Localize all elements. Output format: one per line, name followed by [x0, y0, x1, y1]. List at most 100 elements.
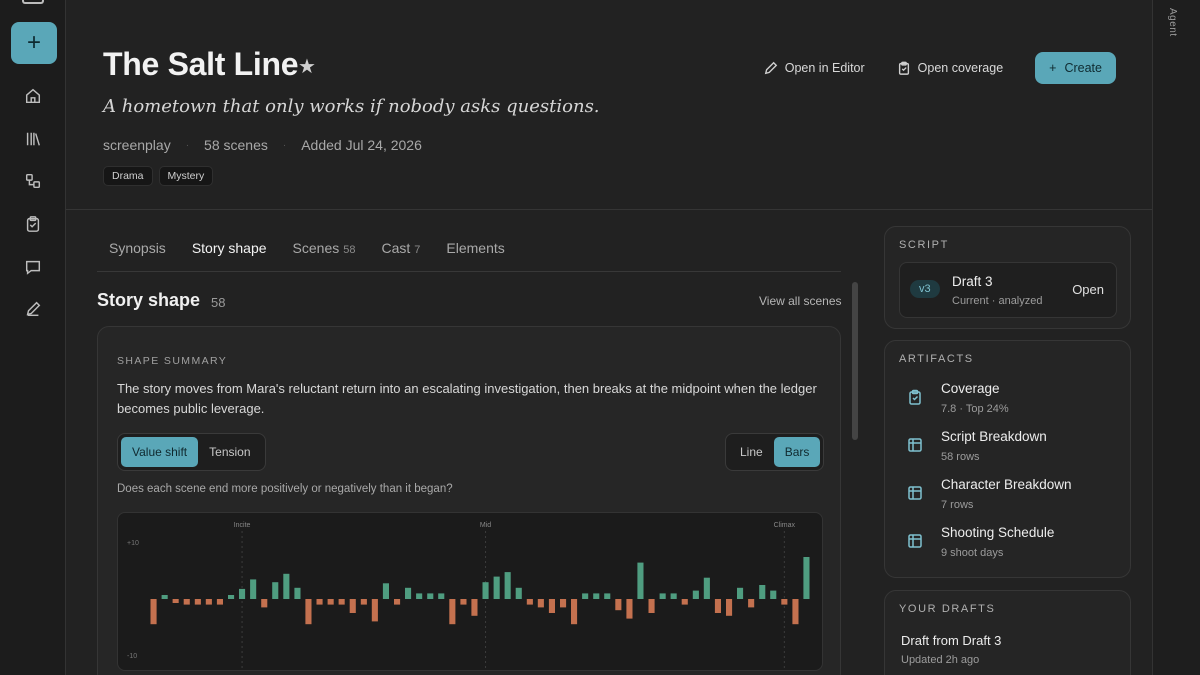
scene-bar[interactable] [692, 590, 699, 599]
tab-story-shape[interactable]: Story shape [180, 227, 279, 271]
scene-bar[interactable] [360, 599, 367, 605]
scene-bar[interactable] [637, 562, 644, 599]
create-button[interactable]: + Create [1035, 52, 1116, 84]
new-project-button[interactable]: + [11, 22, 57, 64]
section-count: 58 [211, 295, 226, 310]
open-coverage-button[interactable]: Open coverage [897, 61, 1003, 75]
tension-option[interactable]: Tension [198, 437, 261, 467]
artifact-script-breakdown[interactable]: Script Breakdown 58 rows [899, 429, 1117, 473]
scene-bar[interactable] [626, 599, 633, 619]
scene-bar[interactable] [205, 599, 212, 605]
scene-bar[interactable] [604, 593, 611, 599]
scene-bar[interactable] [183, 599, 190, 605]
scene-bar[interactable] [239, 588, 246, 599]
view-all-scenes-link[interactable]: View all scenes [759, 294, 842, 308]
agent-panel-toggle[interactable]: Agent [1152, 0, 1200, 675]
scene-bar[interactable] [493, 576, 500, 599]
scene-bar[interactable] [283, 573, 290, 599]
scene-bar[interactable] [737, 587, 744, 599]
scene-bar[interactable] [615, 599, 622, 611]
artifact-shooting-schedule[interactable]: Shooting Schedule 9 shoot days [899, 525, 1117, 569]
scene-bar[interactable] [194, 599, 201, 605]
chat-icon[interactable] [23, 257, 43, 277]
scene-bar[interactable] [781, 599, 788, 605]
tab-elements[interactable]: Elements [434, 227, 516, 271]
scene-bar[interactable] [416, 593, 423, 599]
scene-bar[interactable] [726, 599, 733, 616]
scene-bar[interactable] [294, 587, 301, 599]
scene-bar[interactable] [261, 599, 268, 608]
pen-icon[interactable] [23, 299, 43, 319]
scene-bar[interactable] [803, 557, 810, 599]
scene-bar[interactable] [438, 593, 445, 599]
tab-cast[interactable]: Cast 7 [369, 227, 432, 271]
open-script-button[interactable]: Open [1072, 282, 1104, 297]
scene-bar[interactable] [382, 583, 389, 599]
tab-synopsis[interactable]: Synopsis [97, 227, 178, 271]
scene-bar[interactable] [770, 590, 777, 599]
scene-bar[interactable] [405, 587, 412, 599]
scene-bar[interactable] [305, 599, 312, 625]
scene-bar[interactable] [449, 599, 456, 625]
scene-bar[interactable] [571, 599, 578, 625]
artifact-character-breakdown[interactable]: Character Breakdown 7 rows [899, 477, 1117, 521]
scene-bar[interactable] [161, 595, 168, 599]
clipboard-icon[interactable] [23, 214, 43, 234]
view-toggle: Line Bars [725, 433, 825, 471]
scene-bar[interactable] [681, 599, 688, 605]
scene-bar[interactable] [316, 599, 323, 605]
menu-icon[interactable] [22, 0, 44, 4]
draft-name: Draft 3 [952, 274, 993, 289]
open-in-editor-button[interactable]: Open in Editor [764, 61, 865, 75]
scene-bar[interactable] [537, 599, 544, 608]
tab-scenes[interactable]: Scenes 58 [281, 227, 368, 271]
scene-bar[interactable] [150, 599, 157, 625]
chart-svg: +10 -10 Incite Mid Climax [127, 522, 810, 669]
scene-bar[interactable] [759, 585, 766, 599]
scene-bar[interactable] [792, 599, 799, 625]
bars-option[interactable]: Bars [773, 437, 821, 467]
line-option[interactable]: Line [729, 437, 774, 467]
scene-bar[interactable] [327, 599, 334, 605]
scene-bar[interactable] [748, 599, 755, 608]
current-draft-row[interactable]: v3 Draft 3 Current · analyzed Open [899, 262, 1117, 318]
scene-bar[interactable] [250, 579, 257, 599]
scene-bar[interactable] [394, 599, 401, 605]
scene-bar[interactable] [548, 599, 555, 613]
scene-bar[interactable] [371, 599, 378, 622]
artifact-detail: 9 shoot days [941, 547, 1004, 559]
scene-bar[interactable] [172, 599, 179, 603]
artifacts-heading: ARTIFACTS [899, 353, 974, 365]
scene-bar[interactable] [349, 599, 356, 613]
value-shift-option[interactable]: Value shift [121, 437, 199, 467]
scene-bar[interactable] [504, 572, 511, 599]
home-icon[interactable] [23, 86, 43, 106]
scene-bar[interactable] [482, 582, 489, 599]
scene-bar[interactable] [593, 593, 600, 599]
scene-bar[interactable] [526, 599, 533, 605]
scene-bar[interactable] [670, 593, 677, 599]
tag-drama[interactable]: Drama [103, 166, 153, 186]
scene-bar[interactable] [460, 599, 467, 605]
scene-bar[interactable] [714, 599, 721, 613]
scene-bar[interactable] [560, 599, 567, 608]
tab-count: 7 [414, 244, 421, 256]
scene-bar[interactable] [471, 599, 478, 616]
scene-bar[interactable] [427, 593, 434, 599]
scene-bar[interactable] [659, 593, 666, 599]
artifact-coverage[interactable]: Coverage 7.8 · Top 24% [899, 381, 1117, 425]
scene-bar[interactable] [515, 587, 522, 599]
star-icon[interactable]: ★ [298, 54, 316, 79]
scene-bar[interactable] [582, 593, 589, 599]
scene-bar[interactable] [703, 577, 710, 599]
draft-item-name[interactable]: Draft from Draft 3 [901, 633, 1001, 648]
scene-bar[interactable] [272, 582, 279, 599]
library-icon[interactable] [23, 129, 43, 149]
scene-bar[interactable] [648, 599, 655, 613]
scene-bar[interactable] [338, 599, 345, 605]
shapes-icon[interactable] [23, 171, 43, 191]
scrollbar[interactable] [852, 282, 858, 440]
scene-bar[interactable] [228, 595, 235, 599]
scene-bar[interactable] [216, 599, 223, 605]
tag-mystery[interactable]: Mystery [158, 166, 214, 186]
